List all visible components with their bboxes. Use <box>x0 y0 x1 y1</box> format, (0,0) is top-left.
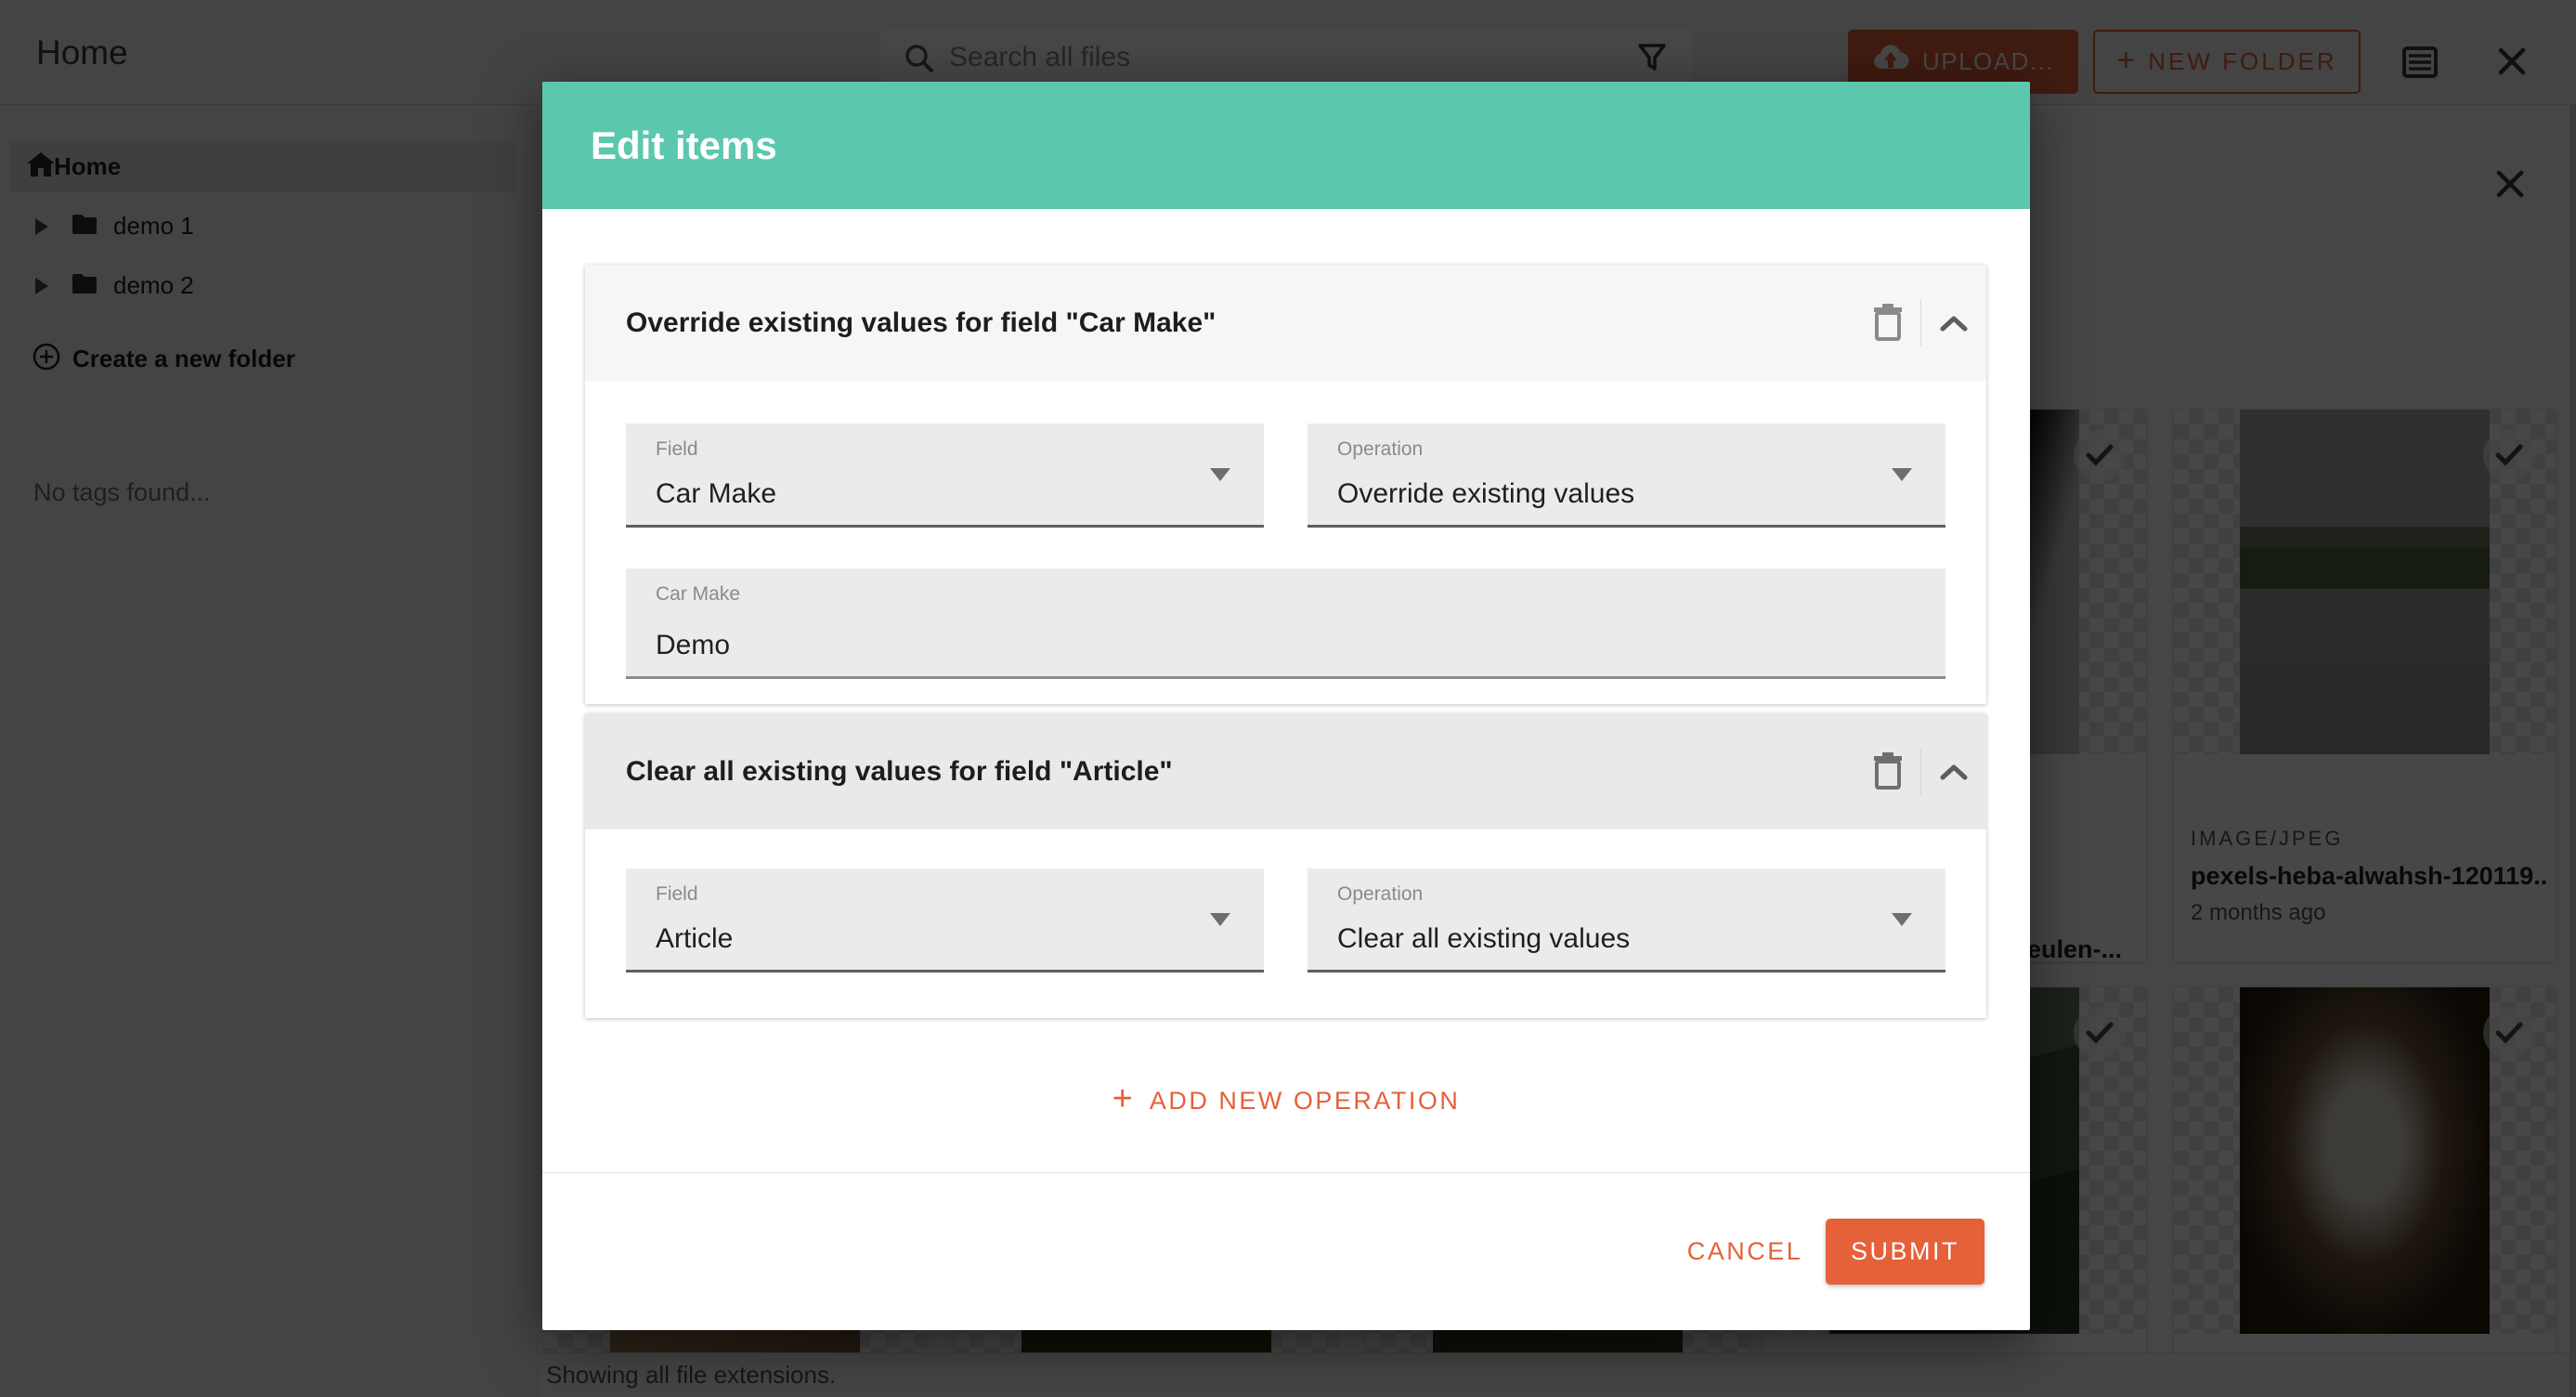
dialog-title: Edit items <box>591 82 777 209</box>
chevron-up-icon <box>1939 314 1969 333</box>
trash-icon <box>1871 752 1905 791</box>
field-select[interactable]: Field Article <box>626 868 1264 973</box>
select-value: Override existing values <box>1337 478 1634 510</box>
operation-card-header: Override existing values for field "Car … <box>585 265 1986 381</box>
operation-title: Clear all existing values for field "Art… <box>626 756 1173 788</box>
cancel-button[interactable]: CANCEL <box>1685 1219 1805 1285</box>
collapse-operation-button[interactable] <box>1921 265 1986 381</box>
dropdown-arrow-icon <box>1892 468 1912 481</box>
operation-card-2: Clear all existing values for field "Art… <box>585 713 1986 1018</box>
plus-icon: + <box>1112 1079 1133 1119</box>
dropdown-arrow-icon <box>1210 468 1230 481</box>
submit-button[interactable]: SUBMIT <box>1826 1219 1984 1285</box>
collapse-operation-button[interactable] <box>1921 713 1986 829</box>
chevron-up-icon <box>1939 763 1969 781</box>
add-new-operation-label: ADD NEW OPERATION <box>1150 1087 1461 1116</box>
value-input[interactable]: Car Make Demo <box>626 568 1945 679</box>
submit-button-label: SUBMIT <box>1851 1237 1959 1266</box>
operation-select[interactable]: Operation Clear all existing values <box>1308 868 1945 973</box>
operation-select[interactable]: Operation Override existing values <box>1308 424 1945 528</box>
field-select[interactable]: Field Car Make <box>626 424 1264 528</box>
screen: Home UPLOAD... + NEW FOLDER <box>0 0 2576 1397</box>
operation-card-1: Override existing values for field "Car … <box>585 265 1986 704</box>
operation-title: Override existing values for field "Car … <box>626 307 1216 339</box>
trash-icon <box>1871 304 1905 343</box>
input-label: Car Make <box>656 583 740 606</box>
add-new-operation-button[interactable]: + ADD NEW OPERATION <box>542 1077 2030 1124</box>
cancel-button-label: CANCEL <box>1687 1237 1803 1266</box>
select-label: Operation <box>1337 438 1423 461</box>
dialog-header: Edit items <box>542 82 2030 209</box>
select-label: Field <box>656 438 698 461</box>
input-value: Demo <box>656 630 730 661</box>
select-value: Clear all existing values <box>1337 923 1630 955</box>
select-value: Car Make <box>656 478 776 510</box>
dropdown-arrow-icon <box>1210 913 1230 926</box>
select-label: Operation <box>1337 883 1423 906</box>
delete-operation-button[interactable] <box>1855 713 1920 829</box>
delete-operation-button[interactable] <box>1855 265 1920 381</box>
footer-divider <box>542 1172 2030 1173</box>
select-value: Article <box>656 923 733 955</box>
select-label: Field <box>656 883 698 906</box>
dropdown-arrow-icon <box>1892 913 1912 926</box>
operation-card-header: Clear all existing values for field "Art… <box>585 713 1986 829</box>
edit-items-dialog: Edit items Override existing values for … <box>542 82 2030 1330</box>
